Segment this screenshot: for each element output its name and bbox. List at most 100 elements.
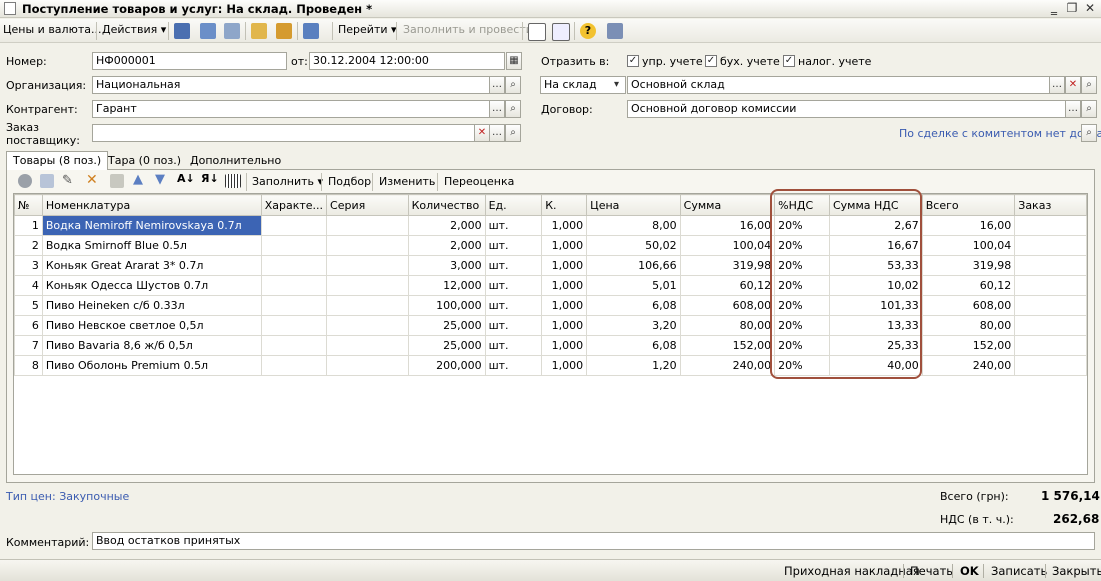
commission-debt-link[interactable]: По сделке с комитентом нет долга [899, 127, 1101, 140]
characteristic-cell[interactable] [260, 235, 328, 256]
price-cell[interactable]: 3,20 [586, 315, 681, 336]
unit-cell[interactable]: шт. [484, 355, 543, 376]
tab-additional[interactable]: Дополнительно [184, 152, 287, 169]
table-row[interactable]: 4 Коньяк Одесса Шустов 0.7л 12,000 шт. 1,000… [14, 275, 1087, 296]
ok-button[interactable]: OK [960, 564, 979, 578]
order-cell[interactable] [1014, 315, 1087, 336]
series-cell[interactable] [326, 255, 409, 276]
unit-cell[interactable]: шт. [484, 215, 543, 236]
quantity-cell[interactable]: 25,000 [407, 335, 486, 356]
total-cell[interactable]: 608,00 [921, 295, 1016, 316]
quantity-cell[interactable]: 200,000 [407, 355, 486, 376]
total-cell[interactable]: 319,98 [921, 255, 1016, 276]
price-type-link[interactable]: Тип цен: Закупочные [6, 490, 129, 503]
order-cell[interactable] [1014, 235, 1087, 256]
number-field[interactable]: НФ000001 [92, 52, 287, 70]
series-cell[interactable] [326, 315, 409, 336]
order-cell[interactable] [1014, 275, 1087, 296]
series-cell[interactable] [326, 335, 409, 356]
price-cell[interactable]: 5,01 [586, 275, 681, 296]
order-cell[interactable] [1014, 255, 1087, 276]
row-number[interactable]: 3 [14, 255, 43, 276]
organization-field[interactable]: Национальная [92, 76, 490, 94]
fill-menu-button[interactable]: Заполнить ▾ [252, 175, 323, 188]
nomenclature-cell[interactable]: Пиво Heineken с/б 0.33л [41, 295, 262, 316]
enter-on-basis-icon[interactable] [303, 23, 319, 39]
add-row-icon[interactable] [18, 174, 32, 188]
sum-cell[interactable]: 100,04 [679, 235, 776, 256]
price-cell[interactable]: 6,08 [586, 295, 681, 316]
reflect-tax-checkbox[interactable]: ✓ [783, 55, 795, 67]
revaluation-button[interactable]: Переоценка [444, 175, 514, 188]
series-cell[interactable] [326, 355, 409, 376]
selection-button[interactable]: Подбор [328, 175, 371, 188]
series-cell[interactable] [326, 275, 409, 296]
price-cell[interactable]: 1,20 [586, 355, 681, 376]
characteristic-cell[interactable] [260, 355, 328, 376]
column-header[interactable]: Цена [586, 194, 681, 216]
price-cell[interactable]: 8,00 [586, 215, 681, 236]
characteristic-cell[interactable] [260, 295, 328, 316]
comment-field[interactable]: Ввод остатков принятых [92, 532, 1095, 550]
move-up-icon[interactable]: ▲ [133, 172, 143, 187]
column-header[interactable]: Количество [407, 194, 486, 216]
quantity-cell[interactable]: 100,000 [407, 295, 486, 316]
dropdown-arrow-icon[interactable]: ▾ [608, 77, 625, 93]
characteristic-cell[interactable] [260, 255, 328, 276]
date-field[interactable]: 30.12.2004 12:00:00 [309, 52, 505, 70]
sum-cell[interactable]: 152,00 [679, 335, 776, 356]
column-header[interactable]: Сумма [679, 194, 776, 216]
coefficient-cell[interactable]: 1,000 [541, 255, 588, 276]
table-row[interactable]: 6 Пиво Невское светлое 0,5л 25,000 шт. 1,000… [14, 315, 1087, 336]
table-row[interactable]: 7 Пиво Bavaria 8,6 ж/б 0,5л 25,000 шт. 1,000… [14, 335, 1087, 356]
row-number[interactable]: 7 [14, 335, 43, 356]
order-cell[interactable] [1014, 215, 1087, 236]
list-settings-icon[interactable] [552, 23, 570, 41]
table-view-icon[interactable] [528, 23, 546, 41]
counterparty-field[interactable]: Гарант [92, 100, 490, 118]
actions-menu-button[interactable]: Действия ▾ [102, 23, 166, 36]
column-header[interactable]: Всего [921, 194, 1016, 216]
coefficient-cell[interactable]: 1,000 [541, 275, 588, 296]
open-search-icon[interactable]: ⌕ [505, 124, 521, 142]
select-ellipsis-icon[interactable]: … [489, 124, 505, 142]
row-number[interactable]: 2 [14, 235, 43, 256]
order-cell[interactable] [1014, 335, 1087, 356]
open-search-icon[interactable]: ⌕ [1081, 76, 1097, 94]
total-cell[interactable]: 240,00 [921, 355, 1016, 376]
price-cell[interactable]: 6,08 [586, 335, 681, 356]
prices-currency-button[interactable]: Цены и валюта... [3, 23, 101, 36]
structure-icon[interactable] [276, 23, 292, 39]
sort-asc-icon[interactable]: A↓ [177, 172, 195, 185]
price-cell[interactable]: 106,66 [586, 255, 681, 276]
supplier-order-field[interactable] [92, 124, 475, 142]
warehouse-field[interactable]: Основной склад [627, 76, 1050, 94]
nomenclature-cell[interactable]: Водка Nemiroff Nemirovskaya 0.7л [41, 215, 262, 236]
series-cell[interactable] [326, 215, 409, 236]
sum-cell[interactable]: 319,98 [679, 255, 776, 276]
sum-cell[interactable]: 80,00 [679, 315, 776, 336]
nomenclature-cell[interactable]: Пиво Bavaria 8,6 ж/б 0,5л [41, 335, 262, 356]
sum-cell[interactable]: 608,00 [679, 295, 776, 316]
goods-table[interactable]: № Номенклатура Характе... Серия Количество Ед… [13, 193, 1088, 475]
open-search-icon[interactable]: ⌕ [1081, 100, 1097, 118]
unit-cell[interactable]: шт. [484, 255, 543, 276]
sum-cell[interactable]: 240,00 [679, 355, 776, 376]
reflect-acc-checkbox[interactable]: ✓ [705, 55, 717, 67]
column-header[interactable]: Серия [326, 194, 409, 216]
characteristic-cell[interactable] [260, 215, 328, 236]
row-number[interactable]: 1 [14, 215, 43, 236]
row-number[interactable]: 4 [14, 275, 43, 296]
coefficient-cell[interactable]: 1,000 [541, 335, 588, 356]
nomenclature-cell[interactable]: Пиво Оболонь Premium 0.5л [41, 355, 262, 376]
column-header[interactable]: Ед. [484, 194, 543, 216]
select-ellipsis-icon[interactable]: … [489, 100, 505, 118]
calendar-icon[interactable]: ▦ [506, 52, 522, 70]
characteristic-cell[interactable] [260, 315, 328, 336]
post-icon[interactable] [174, 23, 190, 39]
print-preview-icon[interactable] [607, 23, 623, 39]
sum-cell[interactable]: 16,00 [679, 215, 776, 236]
column-header[interactable]: Номенклатура [41, 194, 262, 216]
end-edit-icon[interactable] [110, 174, 124, 188]
fill-and-post-button[interactable]: Заполнить и провести [403, 23, 533, 36]
